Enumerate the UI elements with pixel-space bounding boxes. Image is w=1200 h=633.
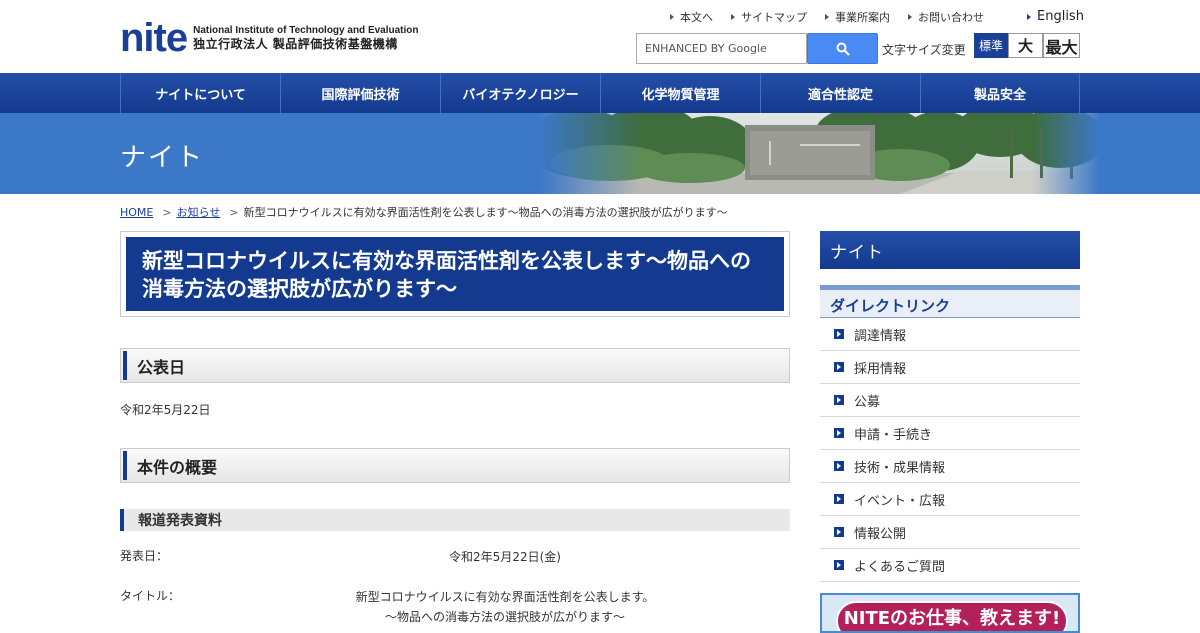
- logo-text: National Institute of Technology and Eva…: [193, 24, 418, 52]
- page-title: 新型コロナウイルスに有効な界面活性剤を公表します～物品への消毒方法の選択肢が広が…: [126, 237, 784, 311]
- direct-link-applications[interactable]: 申請・手続き: [820, 417, 1080, 450]
- breadcrumb: HOME > お知らせ > 新型コロナウイルスに有効な界面活性剤を公表します～物…: [120, 204, 728, 220]
- util-link-offices[interactable]: 事業所案内: [825, 9, 890, 25]
- direct-link-recruitment[interactable]: 採用情報: [820, 351, 1080, 384]
- nav-item-about[interactable]: ナイトについて: [120, 73, 280, 113]
- arrow-box-icon: [834, 329, 844, 339]
- breadcrumb-current: 新型コロナウイルスに有効な界面活性剤を公表します～物品への消毒方法の選択肢が広が…: [243, 206, 728, 219]
- search-icon: [836, 42, 850, 56]
- font-size-label: 文字サイズ変更: [882, 43, 966, 57]
- direct-link-label: よくあるご質問: [854, 559, 946, 575]
- arrow-right-icon: [825, 14, 829, 20]
- font-size-standard-button[interactable]: 標準: [974, 33, 1008, 58]
- direct-link-label: イベント・広報: [854, 493, 946, 509]
- arrow-right-icon: [1027, 13, 1031, 20]
- publication-date: 令和2年5月22日: [120, 403, 211, 417]
- nav-item-product-safety[interactable]: 製品安全: [920, 73, 1080, 113]
- nav-item-chemical-management[interactable]: 化学物質管理: [600, 73, 760, 113]
- section-heading-summary: 本件の概要: [120, 448, 790, 483]
- press-title-line-2: ～物品への消毒方法の選択肢が広がります～: [384, 610, 625, 624]
- nav-item-accreditation[interactable]: 適合性認定: [760, 73, 920, 113]
- font-size-switcher: 標準 大 最大: [974, 33, 1080, 58]
- promo-banner[interactable]: NITEのお仕事、教えます!: [820, 593, 1080, 633]
- page-banner: ナイト: [0, 113, 1200, 194]
- breadcrumb-separator-icon: >: [162, 205, 172, 219]
- nav-item-international-evaluation[interactable]: 国際評価技術: [280, 73, 440, 113]
- arrow-box-icon: [834, 395, 844, 405]
- site-search: ENHANCED BY Google: [636, 33, 878, 64]
- util-link-skip-to-content[interactable]: 本文へ: [670, 9, 713, 25]
- font-size-max-button[interactable]: 最大: [1043, 33, 1080, 58]
- direct-link-label: 調達情報: [854, 328, 907, 344]
- english-link[interactable]: English: [1027, 9, 1084, 24]
- sidebar-heading[interactable]: ナイト: [820, 231, 1080, 269]
- breadcrumb-separator-icon: >: [229, 205, 239, 219]
- direct-link-label: 情報公開: [854, 526, 907, 542]
- util-link-label: 本文へ: [680, 11, 713, 24]
- banner-building-photo: [540, 113, 1100, 194]
- arrow-box-icon: [834, 494, 844, 504]
- breadcrumb-news[interactable]: お知らせ: [177, 204, 221, 220]
- direct-link-faq[interactable]: よくあるご質問: [820, 549, 1080, 582]
- arrow-box-icon: [834, 527, 844, 537]
- english-link-label: English: [1037, 9, 1084, 24]
- section-heading-publication-date: 公表日: [120, 348, 790, 383]
- global-nav: ナイトについて 国際評価技術 バイオテクノロジー 化学物質管理 適合性認定 製品…: [0, 73, 1200, 113]
- arrow-box-icon: [834, 560, 844, 570]
- direct-link-tech-results[interactable]: 技術・成果情報: [820, 450, 1080, 483]
- direct-link-list: 調達情報 採用情報 公募 申請・手続き 技術・成果情報 イベント・広報 情報公開…: [820, 318, 1080, 582]
- util-link-sitemap[interactable]: サイトマップ: [731, 9, 807, 25]
- util-link-label: お問い合わせ: [918, 11, 984, 24]
- arrow-right-icon: [670, 14, 674, 20]
- arrow-box-icon: [834, 461, 844, 471]
- direct-link-label: 技術・成果情報: [854, 460, 946, 476]
- site-header: nite National Institute of Technology an…: [0, 0, 1200, 73]
- logo-mark: nite: [120, 16, 188, 60]
- logo-japanese-name: 独立行政法人 製品評価技術基盤機構: [193, 37, 398, 51]
- arrow-box-icon: [834, 362, 844, 372]
- util-link-contact[interactable]: お問い合わせ: [908, 9, 984, 25]
- direct-link-label: 申請・手続き: [854, 427, 933, 443]
- arrow-right-icon: [908, 14, 912, 20]
- direct-link-public-offering[interactable]: 公募: [820, 384, 1080, 417]
- util-link-label: サイトマップ: [741, 11, 807, 24]
- direct-link-heading: ダイレクトリンク: [820, 285, 1080, 318]
- search-input[interactable]: ENHANCED BY Google: [636, 33, 807, 64]
- direct-link-procurement[interactable]: 調達情報: [820, 318, 1080, 351]
- arrow-right-icon: [731, 14, 735, 20]
- arrow-box-icon: [834, 428, 844, 438]
- press-row-title: タイトル： 新型コロナウイルスに有効な界面活性剤を公表します。 ～物品への消毒方…: [120, 571, 790, 624]
- main-content: 新型コロナウイルスに有効な界面活性剤を公表します～物品への消毒方法の選択肢が広が…: [120, 231, 790, 624]
- utility-links: 本文へ サイトマップ 事業所案内 お問い合わせ: [670, 9, 1002, 25]
- sidebar: ナイト ダイレクトリンク 調達情報 採用情報 公募 申請・手続き 技術・成果情報…: [820, 231, 1080, 633]
- direct-link-events[interactable]: イベント・広報: [820, 483, 1080, 516]
- direct-link-label: 採用情報: [854, 361, 907, 377]
- press-row-value: 新型コロナウイルスに有効な界面活性剤を公表します。 ～物品への消毒方法の選択肢が…: [120, 587, 890, 627]
- breadcrumb-home[interactable]: HOME: [120, 206, 153, 219]
- font-size-large-button[interactable]: 大: [1008, 33, 1043, 58]
- banner-title: ナイト: [120, 143, 205, 173]
- direct-link-label: 公募: [854, 394, 881, 410]
- subheading-press-release: 報道発表資料: [120, 509, 790, 531]
- press-row-value: 令和2年5月22日(金): [449, 550, 561, 564]
- page-title-box: 新型コロナウイルスに有効な界面活性剤を公表します～物品への消毒方法の選択肢が広が…: [120, 231, 790, 317]
- util-link-label: 事業所案内: [835, 11, 890, 24]
- press-title-line-1: 新型コロナウイルスに有効な界面活性剤を公表します。: [355, 590, 655, 604]
- logo-english-name: National Institute of Technology and Eva…: [193, 25, 419, 36]
- direct-link-disclosure[interactable]: 情報公開: [820, 516, 1080, 549]
- nav-item-biotechnology[interactable]: バイオテクノロジー: [440, 73, 600, 113]
- promo-banner-text: NITEのお仕事、教えます!: [836, 601, 1068, 631]
- site-logo[interactable]: nite National Institute of Technology an…: [120, 16, 419, 60]
- press-row-date: 発表日： 令和2年5月22日(金): [120, 531, 790, 571]
- search-button[interactable]: [807, 33, 878, 64]
